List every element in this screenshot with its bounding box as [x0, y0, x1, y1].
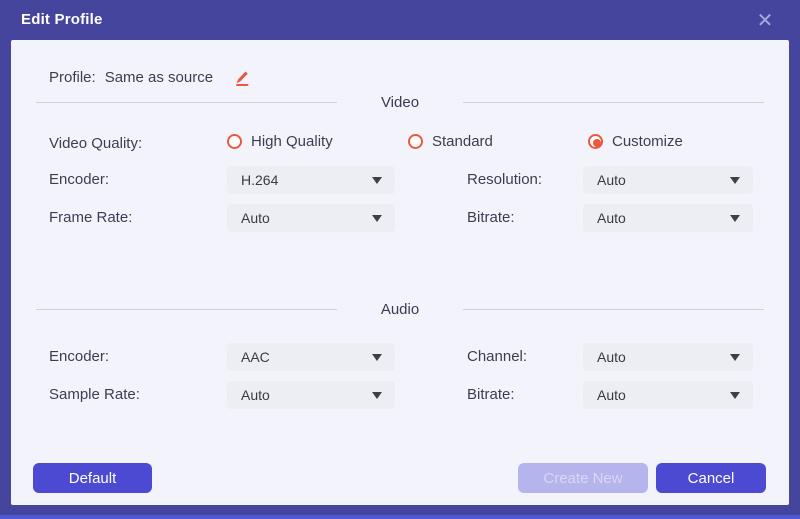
audio-samplerate-dropdown[interactable]: Auto	[227, 381, 395, 409]
edit-profile-dialog: Edit Profile ✕ Profile: Same as source V…	[0, 0, 800, 519]
audio-samplerate-label: Sample Rate:	[49, 381, 140, 409]
dropdown-value: Auto	[597, 204, 626, 232]
video-row-framerate-bitrate: Frame Rate: Auto Bitrate: Auto	[11, 204, 789, 232]
video-encoder-label: Encoder:	[49, 166, 109, 194]
create-new-button[interactable]: Create New	[518, 463, 648, 493]
audio-row-encoder-channel: Encoder: AAC Channel: Auto	[11, 343, 789, 371]
audio-bitrate-dropdown[interactable]: Auto	[583, 381, 753, 409]
dropdown-value: H.264	[241, 166, 278, 194]
video-section-title: Video	[337, 94, 463, 111]
audio-encoder-dropdown[interactable]: AAC	[227, 343, 395, 371]
video-bitrate-label: Bitrate:	[467, 204, 515, 232]
radio-label: High Quality	[251, 133, 333, 150]
radio-high-quality[interactable]: High Quality	[227, 133, 333, 150]
video-row-encoder-resolution: Encoder: H.264 Resolution: Auto	[11, 166, 789, 194]
title-bar: Edit Profile ✕	[0, 0, 800, 40]
bottom-accent-line	[0, 515, 800, 519]
profile-label: Profile:	[49, 69, 96, 86]
divider-line	[463, 309, 764, 310]
radio-label: Standard	[432, 133, 493, 150]
video-quality-row: Video Quality: High Quality Standard Cus…	[11, 133, 789, 155]
chevron-down-icon	[730, 177, 740, 184]
divider-line	[36, 309, 337, 310]
radio-label: Customize	[612, 133, 683, 150]
close-icon[interactable]: ✕	[753, 9, 777, 33]
video-quality-label: Video Quality:	[49, 135, 142, 152]
dialog-title: Edit Profile	[21, 11, 103, 28]
radio-icon	[408, 134, 423, 149]
dialog-body: Profile: Same as source Video Video Qual…	[11, 40, 789, 505]
default-button[interactable]: Default	[33, 463, 152, 493]
audio-channel-dropdown[interactable]: Auto	[583, 343, 753, 371]
dropdown-value: Auto	[241, 381, 270, 409]
audio-row-samplerate-bitrate: Sample Rate: Auto Bitrate: Auto	[11, 381, 789, 409]
video-section-divider: Video	[36, 92, 764, 112]
divider-line	[36, 102, 337, 103]
video-framerate-label: Frame Rate:	[49, 204, 132, 232]
video-resolution-dropdown[interactable]: Auto	[583, 166, 753, 194]
chevron-down-icon	[372, 177, 382, 184]
radio-standard[interactable]: Standard	[408, 133, 493, 150]
chevron-down-icon	[372, 354, 382, 361]
dropdown-value: Auto	[597, 343, 626, 371]
video-framerate-dropdown[interactable]: Auto	[227, 204, 395, 232]
chevron-down-icon	[730, 392, 740, 399]
dropdown-value: AAC	[241, 343, 270, 371]
audio-bitrate-label: Bitrate:	[467, 381, 515, 409]
audio-section-title: Audio	[337, 301, 463, 318]
radio-icon	[227, 134, 242, 149]
audio-section-divider: Audio	[36, 299, 764, 319]
video-encoder-dropdown[interactable]: H.264	[227, 166, 395, 194]
dropdown-value: Auto	[597, 381, 626, 409]
cancel-button[interactable]: Cancel	[656, 463, 766, 493]
chevron-down-icon	[730, 215, 740, 222]
divider-line	[463, 102, 764, 103]
video-resolution-label: Resolution:	[467, 166, 542, 194]
profile-value: Same as source	[105, 69, 213, 86]
profile-row: Profile: Same as source	[49, 66, 251, 88]
chevron-down-icon	[730, 354, 740, 361]
chevron-down-icon	[372, 215, 382, 222]
chevron-down-icon	[372, 392, 382, 399]
audio-encoder-label: Encoder:	[49, 343, 109, 371]
video-bitrate-dropdown[interactable]: Auto	[583, 204, 753, 232]
radio-customize[interactable]: Customize	[588, 133, 683, 150]
radio-icon	[588, 134, 603, 149]
edit-pencil-icon[interactable]	[230, 67, 251, 88]
dropdown-value: Auto	[597, 166, 626, 194]
audio-channel-label: Channel:	[467, 343, 527, 371]
dropdown-value: Auto	[241, 204, 270, 232]
